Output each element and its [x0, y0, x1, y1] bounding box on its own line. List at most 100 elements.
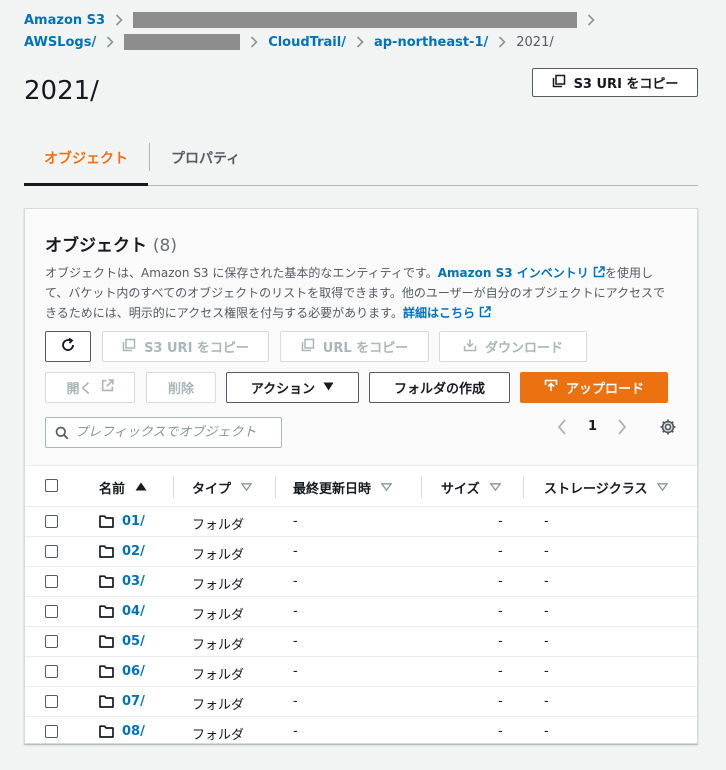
row-checkbox[interactable] [45, 515, 58, 528]
folder-name-cell[interactable]: 07/ [99, 694, 145, 709]
type-cell: フォルダ [192, 668, 245, 683]
folder-icon [99, 695, 114, 708]
storage-class-cell: - [544, 664, 549, 679]
upload-icon [544, 379, 558, 397]
actions-dropdown[interactable]: アクション [226, 372, 359, 403]
folder-name-link[interactable]: 03/ [122, 574, 145, 589]
create-folder-button[interactable]: フォルダの作成 [369, 372, 510, 403]
search-icon [55, 426, 69, 440]
column-header-name[interactable]: 名前 [99, 478, 147, 497]
pagination-current-page[interactable]: 1 [588, 419, 597, 434]
table-row: 05/フォルダ - - - [25, 627, 697, 657]
download-button[interactable]: ダウンロード [439, 331, 587, 362]
refresh-icon [60, 337, 76, 357]
folder-name-cell[interactable]: 01/ [99, 514, 145, 529]
redacted-account-id [124, 34, 241, 50]
row-checkbox[interactable] [45, 665, 58, 678]
type-cell: フォルダ [192, 638, 245, 653]
row-checkbox[interactable] [45, 635, 58, 648]
folder-name-cell[interactable]: 08/ [99, 724, 145, 739]
folder-name-cell[interactable]: 02/ [99, 544, 145, 559]
sort-icon [240, 480, 253, 495]
row-checkbox[interactable] [45, 605, 58, 618]
modified-cell: - [293, 604, 298, 619]
folder-icon [99, 605, 114, 618]
table-row: 07/フォルダ - - - [25, 687, 697, 717]
chevron-right-icon [356, 36, 364, 48]
storage-class-cell: - [544, 694, 549, 709]
tab-properties[interactable]: プロパティ [171, 148, 240, 168]
search-input[interactable] [75, 425, 270, 440]
tab-objects[interactable]: オブジェクト [44, 148, 128, 168]
folder-name-link[interactable]: 08/ [122, 724, 145, 739]
folder-name-link[interactable]: 05/ [122, 634, 145, 649]
learn-more-link[interactable]: 詳細はこちら [403, 306, 491, 320]
breadcrumb-amazon-s3[interactable]: Amazon S3 [24, 13, 105, 28]
copy-url-button[interactable]: URL をコピー [280, 331, 429, 362]
objects-description: オブジェクトは、Amazon S3 に保存された基本的なエンティティです。Ama… [45, 263, 675, 323]
breadcrumb-row-2: AWSLogs/ CloudTrail/ ap-northeast-1/ 202… [24, 34, 554, 50]
inventory-link-label: Amazon S3 インベントリ [437, 266, 589, 280]
download-label: ダウンロード [484, 341, 563, 356]
gear-icon[interactable] [659, 418, 677, 440]
modified-cell: - [293, 694, 298, 709]
modified-cell: - [293, 724, 298, 739]
objects-panel: オブジェクト (8) オブジェクトは、Amazon S3 に保存された基本的なエ… [24, 208, 698, 747]
row-checkbox[interactable] [45, 545, 58, 558]
table-row: 04/フォルダ - - - [25, 597, 697, 627]
column-header-size[interactable]: サイズ [441, 478, 502, 497]
row-checkbox[interactable] [45, 725, 58, 738]
refresh-button[interactable] [45, 331, 91, 362]
folder-name-cell[interactable]: 03/ [99, 574, 145, 589]
sort-icon [657, 480, 669, 495]
open-button[interactable]: 開く [45, 372, 135, 403]
row-checkbox[interactable] [45, 695, 58, 708]
tab-active-indicator [24, 183, 148, 186]
column-header-storage-class[interactable]: ストレージクラス [544, 478, 669, 497]
folder-name-cell[interactable]: 06/ [99, 664, 145, 679]
folder-name-link[interactable]: 07/ [122, 694, 145, 709]
folder-name-cell[interactable]: 04/ [99, 604, 145, 619]
row-checkbox[interactable] [45, 575, 58, 588]
pagination-prev-icon[interactable] [556, 418, 568, 440]
folder-name-link[interactable]: 02/ [122, 544, 145, 559]
pagination-next-icon[interactable] [616, 418, 628, 440]
type-cell: フォルダ [192, 608, 245, 623]
modified-cell: - [293, 664, 298, 679]
open-label: 開く [66, 382, 93, 397]
modified-cell: - [293, 514, 298, 529]
column-size-label: サイズ [441, 482, 480, 497]
folder-name-cell[interactable]: 05/ [99, 634, 145, 649]
size-cell: - [498, 544, 503, 559]
delete-label: 削除 [167, 382, 194, 397]
folder-name-link[interactable]: 01/ [122, 514, 145, 529]
inventory-link[interactable]: Amazon S3 インベントリ [438, 266, 605, 280]
redacted-bucket-name [133, 12, 578, 28]
modified-cell: - [293, 634, 298, 649]
objects-heading-text: オブジェクト [45, 236, 147, 256]
delete-button[interactable]: 削除 [146, 372, 216, 403]
external-link-icon [479, 306, 491, 320]
breadcrumb-awslogs[interactable]: AWSLogs/ [24, 35, 96, 50]
table-row: 02/フォルダ - - - [25, 537, 697, 567]
type-cell: フォルダ [192, 548, 245, 563]
breadcrumb-cloudtrail[interactable]: CloudTrail/ [268, 35, 346, 50]
folder-name-link[interactable]: 04/ [122, 604, 145, 619]
select-all-checkbox[interactable] [45, 479, 58, 492]
column-header-type[interactable]: タイプ [192, 478, 253, 497]
breadcrumb-region[interactable]: ap-northeast-1/ [374, 35, 488, 50]
copy-s3-uri-toolbar-button[interactable]: S3 URI をコピー [102, 331, 269, 362]
learn-more-label: 詳細はこちら [402, 306, 475, 320]
column-header-modified[interactable]: 最終更新日時 [293, 478, 393, 497]
folder-name-link[interactable]: 06/ [122, 664, 145, 679]
sort-icon [380, 480, 393, 495]
objects-heading: オブジェクト (8) [45, 231, 177, 256]
page-title: 2021/ [24, 76, 99, 106]
upload-button[interactable]: アップロード [520, 372, 668, 403]
column-name-label: 名前 [99, 482, 126, 497]
table-row: 06/フォルダ - - - [25, 657, 697, 687]
caret-down-icon [323, 380, 334, 395]
copy-s3-uri-button[interactable]: S3 URI をコピー [532, 68, 698, 97]
objects-count: (8) [152, 236, 178, 256]
copy-icon [301, 338, 315, 356]
